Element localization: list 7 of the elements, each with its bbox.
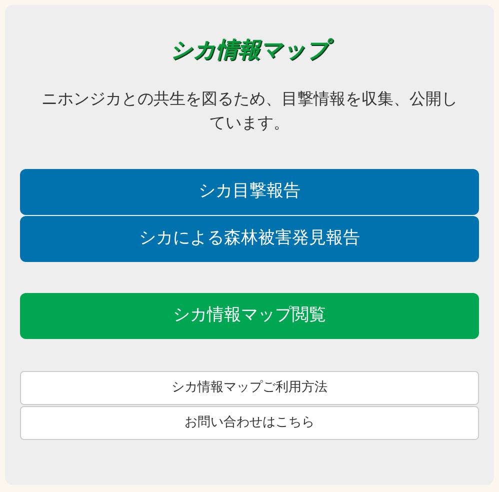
- menu-button[interactable]: シカによる森林被害発見報告: [20, 216, 479, 262]
- menu-button[interactable]: シカ情報マップ閲覧: [20, 293, 479, 339]
- menu-button[interactable]: シカ目撃報告: [20, 169, 479, 215]
- description-text: ニホンジカとの共生を図るため、目撃情報を収集、公開しています。: [40, 88, 458, 134]
- menu-button[interactable]: シカ情報マップご利用方法: [20, 371, 479, 405]
- menu-button[interactable]: お問い合わせはこちら: [20, 406, 479, 440]
- app-title: シカ情報マップ: [164, 34, 335, 68]
